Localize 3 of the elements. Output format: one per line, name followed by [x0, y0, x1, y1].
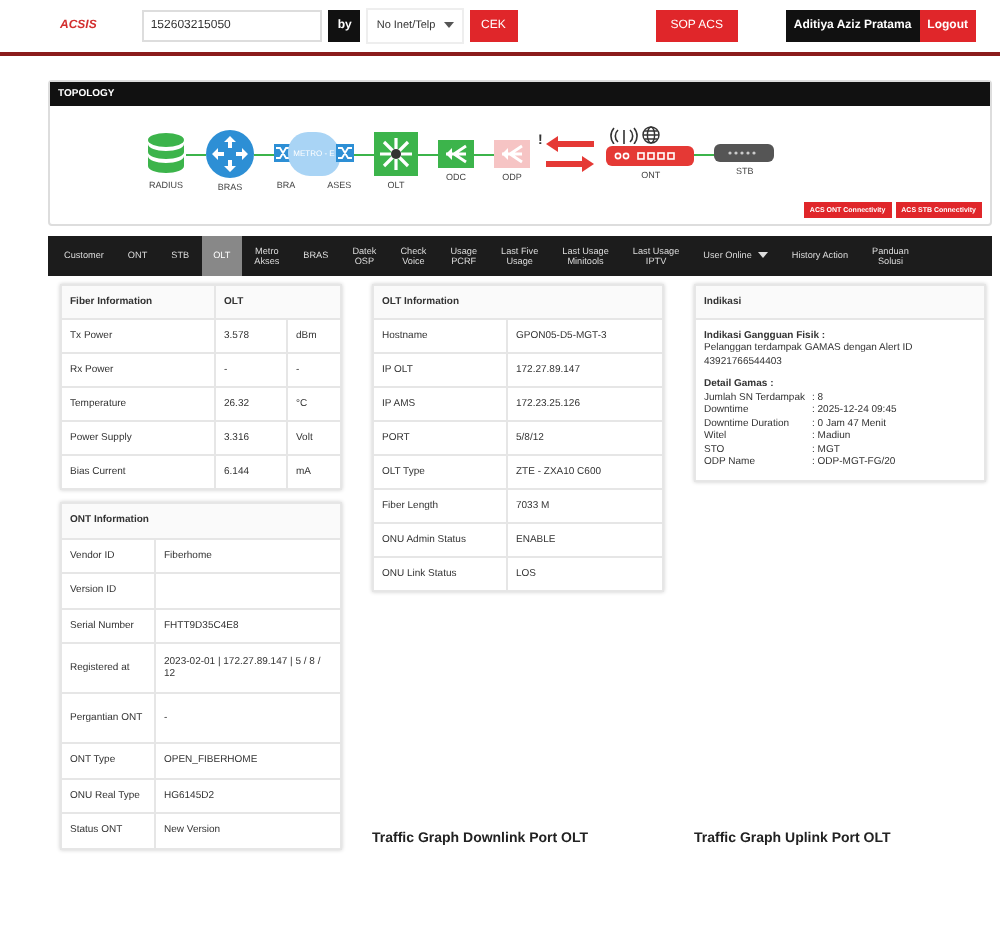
globe-icon	[642, 125, 661, 143]
caret-icon	[443, 22, 454, 30]
wifi-antenna-icon	[610, 125, 639, 143]
